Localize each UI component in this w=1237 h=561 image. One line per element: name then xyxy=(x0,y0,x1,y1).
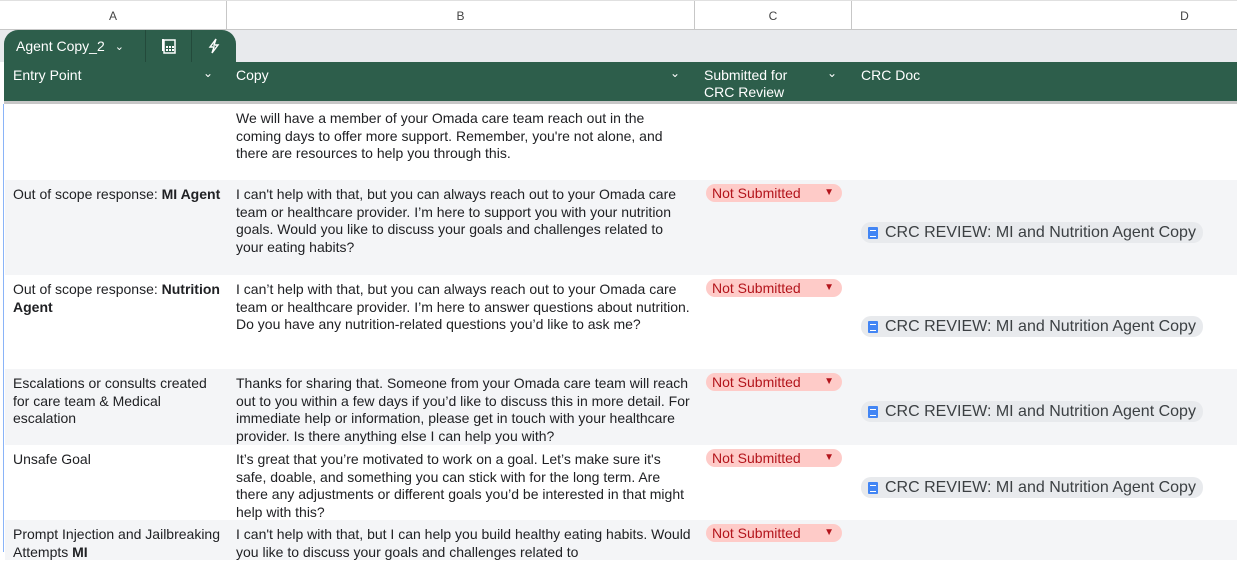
row-selector-strip xyxy=(0,104,4,552)
crc-doc-link[interactable]: CRC REVIEW: MI and Nutrition Agent Copy xyxy=(861,316,1203,337)
entry-text: Escalations or consults created for care… xyxy=(13,375,207,426)
google-doc-icon xyxy=(868,321,878,333)
table-tab-bar: Agent Copy_2 ⌄ xyxy=(0,30,1237,62)
crc-doc-link[interactable]: CRC REVIEW: MI and Nutrition Agent Copy xyxy=(861,401,1203,422)
google-doc-icon xyxy=(868,406,878,418)
chevron-down-icon[interactable]: ⌄ xyxy=(827,66,837,80)
status-label: Not Submitted xyxy=(712,450,801,466)
status-dropdown[interactable]: Not Submitted ▼ xyxy=(706,279,842,297)
table-row[interactable]: Out of scope response: Nutrition Agent I … xyxy=(5,275,1237,369)
crc-doc-title: CRC REVIEW: MI and Nutrition Agent Copy xyxy=(885,318,1196,335)
entry-point-cell[interactable]: Unsafe Goal xyxy=(13,451,223,469)
table-tab-name[interactable]: Agent Copy_2 xyxy=(16,38,105,54)
google-doc-icon xyxy=(868,227,878,239)
entry-text: Unsafe Goal xyxy=(13,451,91,467)
table-row[interactable]: We will have a member of your Omada care… xyxy=(5,104,1237,180)
entry-text: Out of scope response: xyxy=(13,186,162,202)
header-copy[interactable]: Copy xyxy=(236,67,269,84)
lightning-icon[interactable] xyxy=(192,30,236,62)
crc-doc-link[interactable]: CRC REVIEW: MI and Nutrition Agent Copy xyxy=(861,477,1203,498)
status-label: Not Submitted xyxy=(712,280,801,296)
status-dropdown[interactable]: Not Submitted ▼ xyxy=(706,373,842,391)
status-dropdown[interactable]: Not Submitted ▼ xyxy=(706,449,842,467)
dropdown-arrow-icon: ▼ xyxy=(824,452,834,463)
column-a-header[interactable]: A xyxy=(0,1,227,31)
entry-text: Prompt Injection and Jailbreaking Attemp… xyxy=(13,526,221,560)
entry-point-cell[interactable]: Out of scope response: Nutrition Agent xyxy=(13,281,223,316)
google-doc-icon xyxy=(868,482,878,494)
table-row[interactable]: Escalations or consults created for care… xyxy=(5,369,1237,445)
chevron-down-icon[interactable]: ⌄ xyxy=(203,66,213,80)
column-header-bar: A B C D xyxy=(0,0,1237,31)
entry-point-cell[interactable]: Prompt Injection and Jailbreaking Attemp… xyxy=(13,526,223,561)
entry-bold-text: MI Agent xyxy=(161,186,221,202)
chevron-down-icon[interactable]: ⌄ xyxy=(115,40,124,53)
header-entry-point[interactable]: Entry Point xyxy=(13,67,81,84)
table-row[interactable]: Out of scope response: MI Agent I can't h… xyxy=(5,180,1237,275)
copy-cell[interactable]: Thanks for sharing that. Someone from yo… xyxy=(236,375,691,445)
table-tab[interactable]: Agent Copy_2 ⌄ xyxy=(4,30,236,62)
copy-cell[interactable]: I can’t help with that, but you can alwa… xyxy=(236,281,691,334)
crc-doc-link[interactable]: CRC REVIEW: MI and Nutrition Agent Copy xyxy=(861,222,1203,243)
table-row[interactable]: Unsafe Goal It’s great that you’re motiva… xyxy=(5,445,1237,520)
chevron-down-icon[interactable]: ⌄ xyxy=(670,66,680,80)
status-dropdown[interactable]: Not Submitted ▼ xyxy=(706,524,842,542)
column-c-header[interactable]: C xyxy=(695,1,852,31)
dropdown-arrow-icon: ▼ xyxy=(824,282,834,293)
dropdown-arrow-icon: ▼ xyxy=(824,187,834,198)
status-label: Not Submitted xyxy=(712,185,801,201)
entry-point-cell[interactable]: Escalations or consults created for care… xyxy=(13,375,223,428)
column-d-header[interactable]: D xyxy=(852,1,1237,31)
entry-point-cell[interactable]: Out of scope response: MI Agent xyxy=(13,186,223,204)
status-dropdown[interactable]: Not Submitted ▼ xyxy=(706,184,842,202)
dropdown-arrow-icon: ▼ xyxy=(824,527,834,538)
copy-cell[interactable]: I can't help with that, but I can help y… xyxy=(236,526,691,561)
table-header-row: Entry Point ⌄ Copy ⌄ Submitted for CRC R… xyxy=(4,62,1237,104)
header-crc-doc[interactable]: CRC Doc xyxy=(861,67,920,84)
copy-cell[interactable]: I can't help with that, but you can alwa… xyxy=(236,186,691,256)
status-label: Not Submitted xyxy=(712,374,801,390)
entry-text: Out of scope response: xyxy=(13,281,162,297)
crc-doc-title: CRC REVIEW: MI and Nutrition Agent Copy xyxy=(885,403,1196,420)
copy-cell[interactable]: We will have a member of your Omada care… xyxy=(236,110,691,163)
header-submitted[interactable]: Submitted for CRC Review xyxy=(704,67,814,101)
status-label: Not Submitted xyxy=(712,525,801,541)
table-row[interactable]: Prompt Injection and Jailbreaking Attemp… xyxy=(5,520,1237,560)
dropdown-arrow-icon: ▼ xyxy=(824,376,834,387)
column-b-header[interactable]: B xyxy=(227,1,695,31)
calculator-icon[interactable] xyxy=(146,30,192,62)
crc-doc-title: CRC REVIEW: MI and Nutrition Agent Copy xyxy=(885,224,1196,241)
crc-doc-title: CRC REVIEW: MI and Nutrition Agent Copy xyxy=(885,479,1196,496)
copy-cell[interactable]: It’s great that you’re motivated to work… xyxy=(236,451,691,521)
